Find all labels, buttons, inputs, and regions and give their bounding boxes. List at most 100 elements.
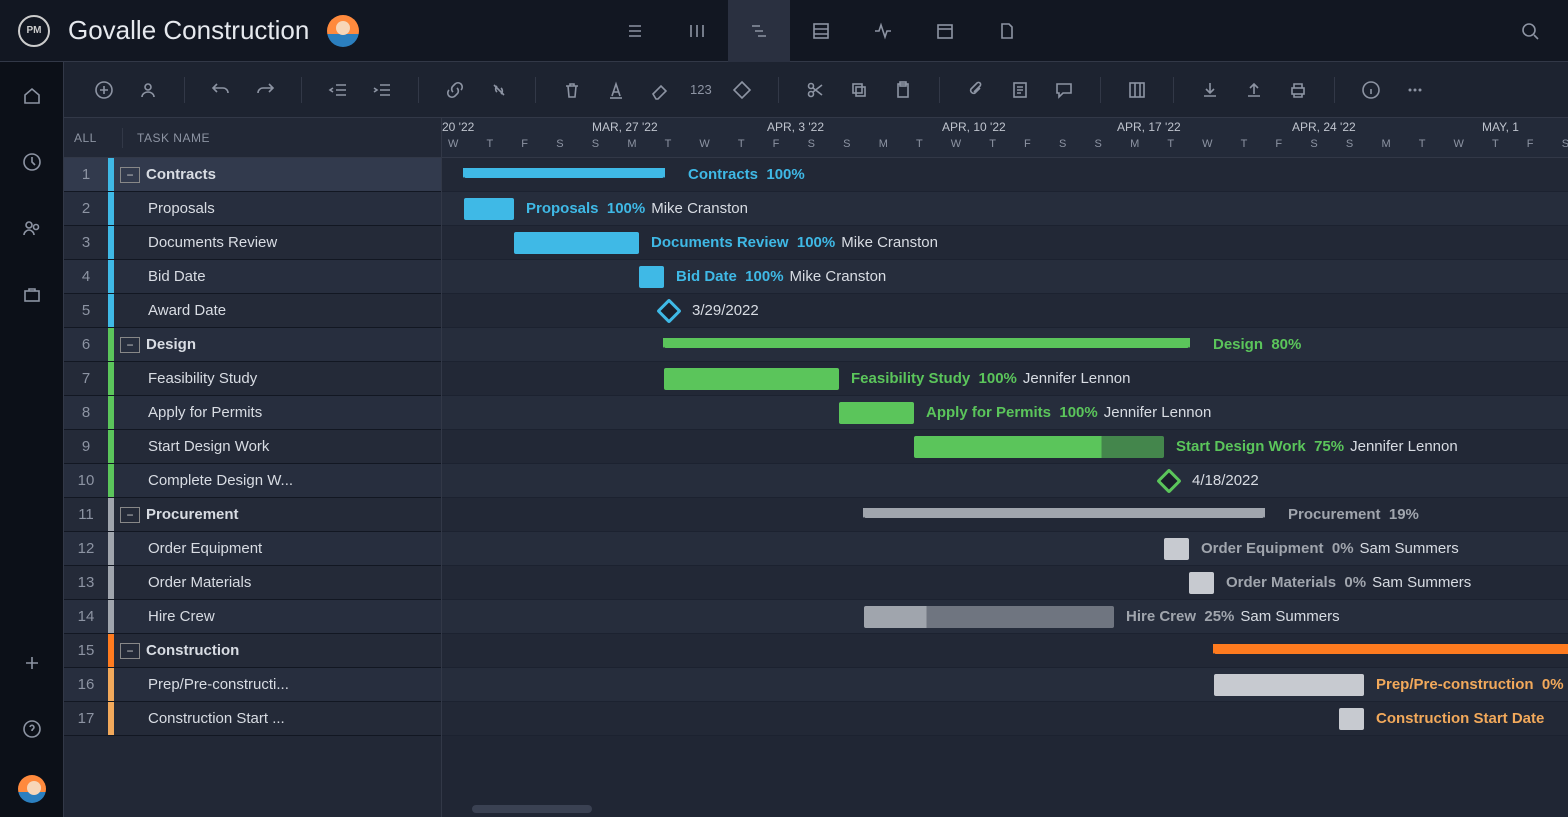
notes-button[interactable] (1000, 70, 1040, 110)
add-task-button[interactable] (84, 70, 124, 110)
task-bar[interactable] (1339, 708, 1364, 730)
gantt-row[interactable]: Documents Review 100%Mike Cranston (442, 226, 1568, 260)
list-view-button[interactable] (604, 0, 666, 62)
team-button[interactable] (12, 208, 52, 248)
task-bar[interactable] (1214, 674, 1364, 696)
collapse-toggle[interactable]: − (120, 337, 140, 353)
clear-format-button[interactable] (640, 70, 680, 110)
paste-button[interactable] (883, 70, 923, 110)
link-button[interactable] (435, 70, 475, 110)
add-button[interactable] (12, 643, 52, 683)
gantt-timeline-header[interactable]: ., 20 '22MAR, 27 '22APR, 3 '22APR, 10 '2… (442, 118, 1568, 158)
milestone-button[interactable] (722, 70, 762, 110)
columns-button[interactable] (1117, 70, 1157, 110)
task-bar[interactable] (664, 368, 839, 390)
gantt-row[interactable]: Contracts 100% (442, 158, 1568, 192)
portfolio-button[interactable] (12, 274, 52, 314)
milestone-marker[interactable] (1156, 468, 1181, 493)
summary-bar[interactable] (664, 338, 1189, 348)
recent-button[interactable] (12, 142, 52, 182)
summary-bar[interactable] (1214, 644, 1568, 654)
gantt-row[interactable]: Feasibility Study 100%Jennifer Lennon (442, 362, 1568, 396)
search-button[interactable] (1510, 11, 1550, 51)
comment-button[interactable] (1044, 70, 1084, 110)
cut-button[interactable] (795, 70, 835, 110)
unlink-button[interactable] (479, 70, 519, 110)
task-bar[interactable] (1164, 538, 1189, 560)
task-row[interactable]: 11−Procurement (64, 498, 441, 532)
gantt-row[interactable]: Order Materials 0%Sam Summers (442, 566, 1568, 600)
task-row[interactable]: 4Bid Date (64, 260, 441, 294)
task-bar[interactable] (1189, 572, 1214, 594)
gantt-row[interactable]: 4/18/2022 (442, 464, 1568, 498)
task-row[interactable]: 8Apply for Permits (64, 396, 441, 430)
gantt-row[interactable]: 3/29/2022 (442, 294, 1568, 328)
task-row[interactable]: 13Order Materials (64, 566, 441, 600)
assign-button[interactable] (128, 70, 168, 110)
home-button[interactable] (12, 76, 52, 116)
task-row[interactable]: 1−Contracts (64, 158, 441, 192)
user-avatar[interactable] (18, 775, 46, 803)
gantt-row[interactable]: Bid Date 100%Mike Cranston (442, 260, 1568, 294)
collapse-toggle[interactable]: − (120, 167, 140, 183)
task-bar[interactable] (464, 198, 514, 220)
task-row[interactable]: 16Prep/Pre-constructi... (64, 668, 441, 702)
gantt-row[interactable] (442, 634, 1568, 668)
info-button[interactable] (1351, 70, 1391, 110)
summary-bar[interactable] (464, 168, 664, 178)
collapse-toggle[interactable]: − (120, 643, 140, 659)
task-row[interactable]: 17Construction Start ... (64, 702, 441, 736)
task-row[interactable]: 7Feasibility Study (64, 362, 441, 396)
gantt-row[interactable]: Design 80% (442, 328, 1568, 362)
gantt-row[interactable]: Proposals 100%Mike Cranston (442, 192, 1568, 226)
task-row[interactable]: 5Award Date (64, 294, 441, 328)
gantt-view-button[interactable] (728, 0, 790, 62)
milestone-marker[interactable] (656, 298, 681, 323)
task-row[interactable]: 2Proposals (64, 192, 441, 226)
task-name-header[interactable]: TASK NAME (137, 131, 210, 145)
task-row[interactable]: 9Start Design Work (64, 430, 441, 464)
dashboard-view-button[interactable] (852, 0, 914, 62)
gantt-row[interactable]: Procurement 19% (442, 498, 1568, 532)
delete-button[interactable] (552, 70, 592, 110)
sheet-view-button[interactable] (790, 0, 852, 62)
task-row[interactable]: 12Order Equipment (64, 532, 441, 566)
more-button[interactable] (1395, 70, 1435, 110)
help-button[interactable] (12, 709, 52, 749)
task-row[interactable]: 6−Design (64, 328, 441, 362)
task-bar[interactable] (639, 266, 664, 288)
task-bar[interactable] (839, 402, 914, 424)
number-format-button[interactable]: 123 (684, 70, 718, 110)
select-all-header[interactable]: ALL (74, 131, 108, 145)
summary-bar[interactable] (864, 508, 1264, 518)
collapse-toggle[interactable]: − (120, 507, 140, 523)
outdent-button[interactable] (318, 70, 358, 110)
task-bar[interactable] (914, 436, 1164, 458)
print-button[interactable] (1278, 70, 1318, 110)
gantt-body[interactable]: Contracts 100%Proposals 100%Mike Cransto… (442, 158, 1568, 736)
copy-button[interactable] (839, 70, 879, 110)
gantt-row[interactable]: Hire Crew 25%Sam Summers (442, 600, 1568, 634)
indent-button[interactable] (362, 70, 402, 110)
project-avatar[interactable] (327, 15, 359, 47)
undo-button[interactable] (201, 70, 241, 110)
import-button[interactable] (1190, 70, 1230, 110)
gantt-row[interactable]: Order Equipment 0%Sam Summers (442, 532, 1568, 566)
attach-button[interactable] (956, 70, 996, 110)
task-bar[interactable] (864, 606, 1114, 628)
gantt-row[interactable]: Construction Start Date (442, 702, 1568, 736)
gantt-row[interactable]: Apply for Permits 100%Jennifer Lennon (442, 396, 1568, 430)
files-view-button[interactable] (976, 0, 1038, 62)
export-button[interactable] (1234, 70, 1274, 110)
task-row[interactable]: 10Complete Design W... (64, 464, 441, 498)
board-view-button[interactable] (666, 0, 728, 62)
horizontal-scrollbar[interactable] (472, 805, 592, 813)
task-row[interactable]: 15−Construction (64, 634, 441, 668)
calendar-view-button[interactable] (914, 0, 976, 62)
redo-button[interactable] (245, 70, 285, 110)
gantt-row[interactable]: Start Design Work 75%Jennifer Lennon (442, 430, 1568, 464)
project-title[interactable]: Govalle Construction (68, 15, 309, 46)
format-button[interactable] (596, 70, 636, 110)
task-row[interactable]: 14Hire Crew (64, 600, 441, 634)
gantt-chart[interactable]: ., 20 '22MAR, 27 '22APR, 3 '22APR, 10 '2… (442, 118, 1568, 817)
